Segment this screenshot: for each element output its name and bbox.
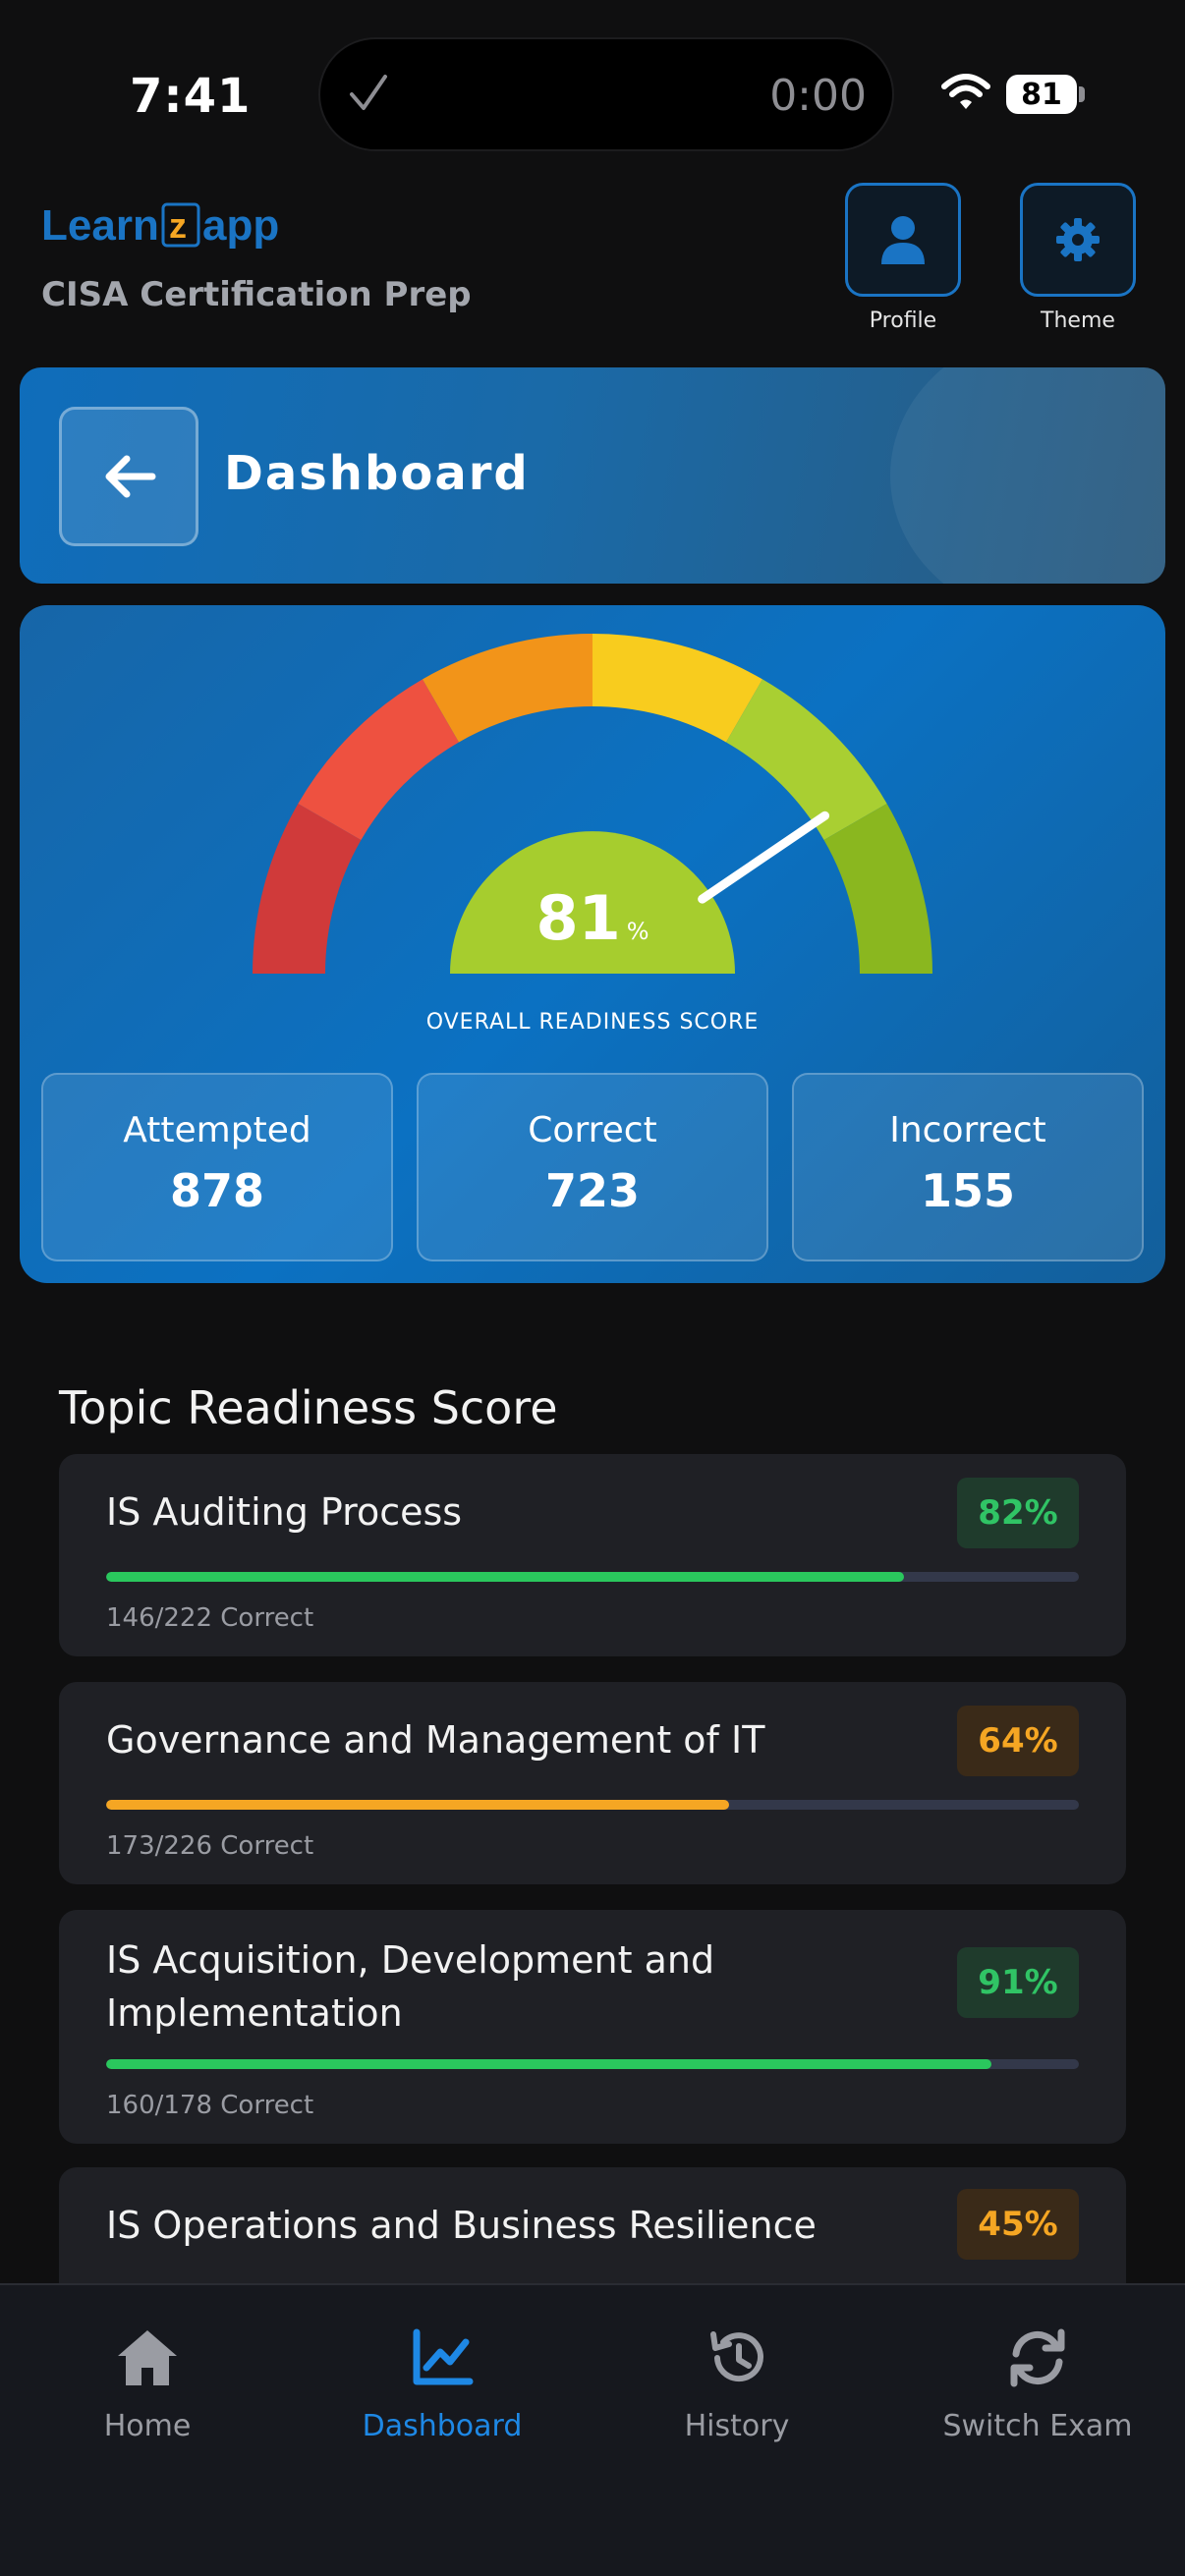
topic-count: 146/222 Correct (106, 1603, 314, 1633)
wifi-icon (941, 74, 990, 109)
topic-percent-badge: 45% (957, 2189, 1079, 2260)
stat-label: Attempted (123, 1110, 311, 1150)
learnzapp-logo: Learn z app (41, 201, 279, 250)
gauge-segment (726, 679, 887, 840)
theme-label: Theme (1041, 308, 1115, 333)
status-time: 7:41 (130, 69, 252, 124)
readiness-gauge: 81% (253, 634, 932, 974)
topic-name: IS Auditing Process (106, 1490, 463, 1534)
topic-name: IS Operations and Business Resilience (106, 2204, 817, 2247)
profile-button[interactable] (845, 183, 961, 297)
nav-label: Dashboard (362, 2409, 523, 2443)
topic-progress-track (106, 2059, 1079, 2069)
nav-label: Switch Exam (942, 2409, 1133, 2443)
topic-progress-track (106, 1572, 1079, 1582)
readiness-score-card: 81% OVERALL READINESS SCORE Attempted 87… (20, 605, 1165, 1283)
topic-count: 160/178 Correct (106, 2091, 314, 2120)
theme-button[interactable] (1020, 183, 1136, 297)
battery-indicator: 81 (1006, 75, 1077, 114)
topic-card[interactable]: IS Acquisition, Development and Implemen… (59, 1910, 1126, 2144)
home-icon (118, 2330, 177, 2385)
topic-percent-badge: 91% (957, 1947, 1079, 2018)
topic-percent-badge: 82% (957, 1478, 1079, 1548)
topic-percent-badge: 64% (957, 1706, 1079, 1776)
topic-progress-track (106, 1800, 1079, 1810)
nav-switch-exam[interactable]: Switch Exam (890, 2319, 1185, 2443)
topic-progress-fill (106, 2059, 991, 2069)
banner-decoration (890, 367, 1165, 584)
topic-card[interactable]: Governance and Management of IT 64% 173/… (59, 1682, 1126, 1884)
exam-subtitle: CISA Certification Prep (41, 275, 472, 314)
chart-line-icon (413, 2328, 474, 2385)
nav-history[interactable]: History (590, 2319, 884, 2443)
dynamic-island: 0:00 (318, 37, 894, 151)
svg-text:Learn: Learn (41, 201, 159, 250)
dashboard-banner: Dashboard (20, 367, 1165, 584)
stat-value: 878 (169, 1164, 265, 1217)
user-icon (881, 216, 925, 264)
battery-tip (1079, 86, 1085, 102)
back-button[interactable] (59, 407, 198, 546)
gauge-caption: OVERALL READINESS SCORE (425, 1010, 760, 1035)
stat-attempted: Attempted 878 (41, 1073, 393, 1261)
stat-value: 723 (544, 1164, 641, 1217)
nav-dashboard[interactable]: Dashboard (295, 2319, 590, 2443)
topic-count: 173/226 Correct (106, 1831, 314, 1861)
stat-label: Incorrect (889, 1110, 1046, 1150)
topic-progress-fill (106, 1572, 904, 1582)
arrow-left-icon (105, 455, 156, 498)
gauge-segment (298, 679, 459, 840)
topic-progress-fill (106, 1800, 729, 1810)
topics-section-title: Topic Readiness Score (59, 1381, 558, 1434)
nav-label: History (684, 2409, 790, 2443)
history-icon (710, 2331, 763, 2382)
score-value: 81 (536, 882, 620, 954)
nav-home[interactable]: Home (0, 2319, 295, 2443)
gauge-needle (698, 811, 830, 904)
gear-icon (1056, 218, 1100, 261)
profile-label: Profile (869, 308, 937, 333)
bottom-navigation: Home Dashboard History Switch Exam (0, 2283, 1185, 2576)
stat-label: Correct (528, 1110, 657, 1150)
svg-text:z: z (169, 205, 187, 246)
svg-text:app: app (202, 201, 279, 250)
score-unit: % (627, 918, 649, 945)
topic-name: IS Acquisition, Development and Implemen… (106, 1938, 715, 2035)
island-timer: 0:00 (769, 71, 867, 121)
page-title: Dashboard (224, 446, 530, 501)
nav-label: Home (103, 2409, 192, 2443)
topic-card[interactable]: IS Auditing Process 82% 146/222 Correct (59, 1454, 1126, 1656)
refresh-icon (1010, 2328, 1065, 2387)
stat-correct: Correct 723 (417, 1073, 768, 1261)
stat-incorrect: Incorrect 155 (792, 1073, 1144, 1261)
topic-name: Governance and Management of IT (106, 1718, 765, 1762)
checkmark-icon (350, 75, 387, 110)
stat-value: 155 (920, 1164, 1016, 1217)
